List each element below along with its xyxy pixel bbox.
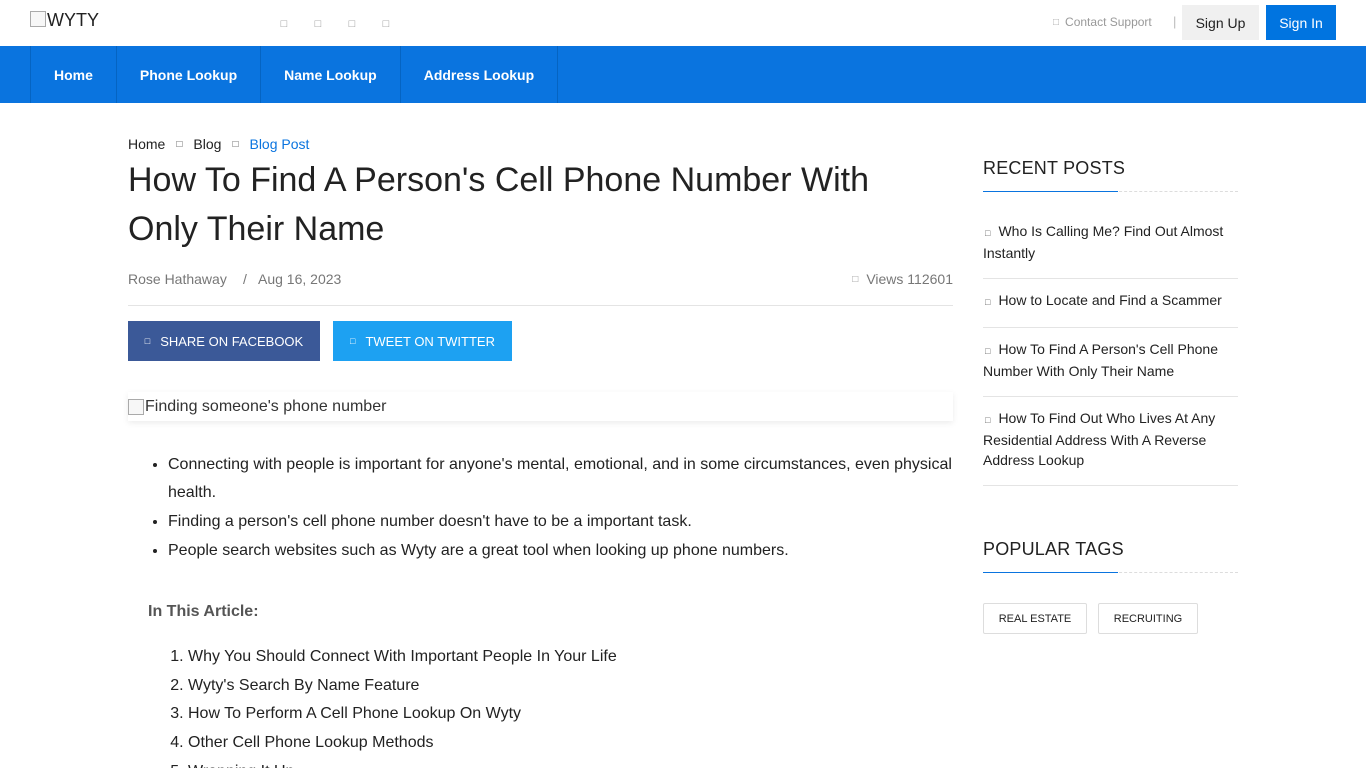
recent-post-item[interactable]: □ How To Find Out Who Lives At Any Reside…	[983, 408, 1238, 470]
key-points-list: Connecting with people is important for …	[168, 451, 953, 566]
divider	[983, 327, 1238, 328]
logo[interactable]: WYTY	[30, 10, 99, 31]
toc-item[interactable]: Wrapping It Up	[188, 758, 617, 768]
logo-text: WYTY	[47, 10, 99, 30]
recent-post-item[interactable]: □ Who Is Calling Me? Find Out Almost Inst…	[983, 221, 1238, 263]
article-image: Finding someone's phone number	[128, 392, 953, 421]
tag-recruiting[interactable]: RECRUITING	[1098, 603, 1198, 634]
twitter-icon: □	[350, 336, 356, 346]
header-separator: |	[1173, 14, 1177, 29]
tag-real-estate[interactable]: REAL ESTATE	[983, 603, 1087, 634]
recent-post-title: How to Locate and Find a Scammer	[998, 292, 1222, 308]
chevron-right-icon: □	[985, 346, 991, 356]
breadcrumb-home[interactable]: Home	[128, 136, 165, 152]
divider	[983, 278, 1238, 279]
divider	[128, 305, 953, 306]
contact-support-link[interactable]: □ Contact Support	[1053, 15, 1152, 29]
instagram-icon[interactable]: □	[346, 18, 358, 30]
linkedin-icon[interactable]: □	[380, 18, 392, 30]
toc-item[interactable]: How To Perform A Cell Phone Lookup On Wy…	[188, 700, 617, 729]
contact-support-label: Contact Support	[1065, 15, 1152, 29]
recent-posts-heading: RECENT POSTS	[983, 158, 1126, 178]
toc-item[interactable]: Why You Should Connect With Important Pe…	[188, 643, 617, 672]
recent-post-title: How To Find Out Who Lives At Any Residen…	[983, 410, 1216, 468]
breadcrumb-current: Blog Post	[249, 136, 310, 152]
nav-item-phone-lookup[interactable]: Phone Lookup	[117, 46, 262, 103]
nav-item-home[interactable]: Home	[31, 46, 117, 103]
recent-post-title: How To Find A Person's Cell Phone Number…	[983, 341, 1218, 379]
table-of-contents: Why You Should Connect With Important Pe…	[170, 643, 617, 768]
divider	[983, 396, 1238, 397]
breadcrumb-blog[interactable]: Blog	[193, 136, 221, 152]
social-links: □ □ □ □	[278, 18, 392, 30]
toc-item[interactable]: Other Cell Phone Lookup Methods	[188, 729, 617, 758]
article-image-alt: Finding someone's phone number	[145, 397, 387, 415]
meta-separator: /	[243, 271, 247, 287]
heading-underline	[983, 191, 1238, 192]
recent-post-title: Who Is Calling Me? Find Out Almost Insta…	[983, 223, 1224, 261]
nav-item-name-lookup[interactable]: Name Lookup	[261, 46, 401, 103]
divider	[983, 485, 1238, 486]
nav-item-address-lookup[interactable]: Address Lookup	[401, 46, 559, 103]
facebook-icon[interactable]: □	[278, 18, 290, 30]
list-item: People search websites such as Wyty are …	[168, 537, 953, 565]
page-title: How To Find A Person's Cell Phone Number…	[128, 161, 869, 248]
author-name[interactable]: Rose Hathaway	[128, 271, 227, 287]
share-facebook-button[interactable]: □ SHARE ON FACEBOOK	[128, 321, 320, 361]
chevron-right-icon: □	[985, 228, 991, 238]
broken-image-icon	[30, 11, 46, 27]
recent-post-item[interactable]: □ How To Find A Person's Cell Phone Numbe…	[983, 339, 1238, 381]
main-nav: Home Phone Lookup Name Lookup Address Lo…	[0, 46, 1366, 103]
envelope-icon: □	[1053, 16, 1060, 28]
tweet-twitter-button[interactable]: □ TWEET ON TWITTER	[333, 321, 512, 361]
sign-up-button[interactable]: Sign Up	[1182, 5, 1259, 40]
toc-heading: In This Article:	[148, 603, 259, 620]
twitter-icon[interactable]: □	[312, 18, 324, 30]
publish-date: Aug 16, 2023	[258, 271, 342, 287]
share-facebook-label: SHARE ON FACEBOOK	[160, 333, 304, 349]
recent-post-item[interactable]: □ How to Locate and Find a Scammer	[983, 290, 1238, 312]
broken-image-icon	[128, 398, 144, 415]
view-count-label: Views 112601	[866, 271, 953, 287]
facebook-icon: □	[144, 336, 151, 346]
popular-tags-heading: POPULAR TAGS	[983, 539, 1124, 559]
chevron-right-icon: □	[232, 138, 239, 150]
breadcrumb: Home □ Blog □ Blog Post	[128, 136, 309, 152]
chevron-right-icon: □	[985, 297, 991, 307]
view-count: □ Views 112601	[852, 271, 953, 287]
chevron-right-icon: □	[176, 138, 183, 150]
top-bar: WYTY □ □ □ □ □ Contact Support | Sign Up…	[0, 0, 1366, 46]
list-item: Finding a person's cell phone number doe…	[168, 508, 953, 536]
list-item: Connecting with people is important for …	[168, 451, 953, 507]
toc-item[interactable]: Wyty's Search By Name Feature	[188, 672, 617, 701]
tweet-twitter-label: TWEET ON TWITTER	[365, 333, 495, 349]
chevron-right-icon: □	[985, 415, 991, 425]
eye-icon: □	[852, 273, 859, 285]
heading-underline	[983, 572, 1238, 573]
sign-in-button[interactable]: Sign In	[1266, 5, 1336, 40]
